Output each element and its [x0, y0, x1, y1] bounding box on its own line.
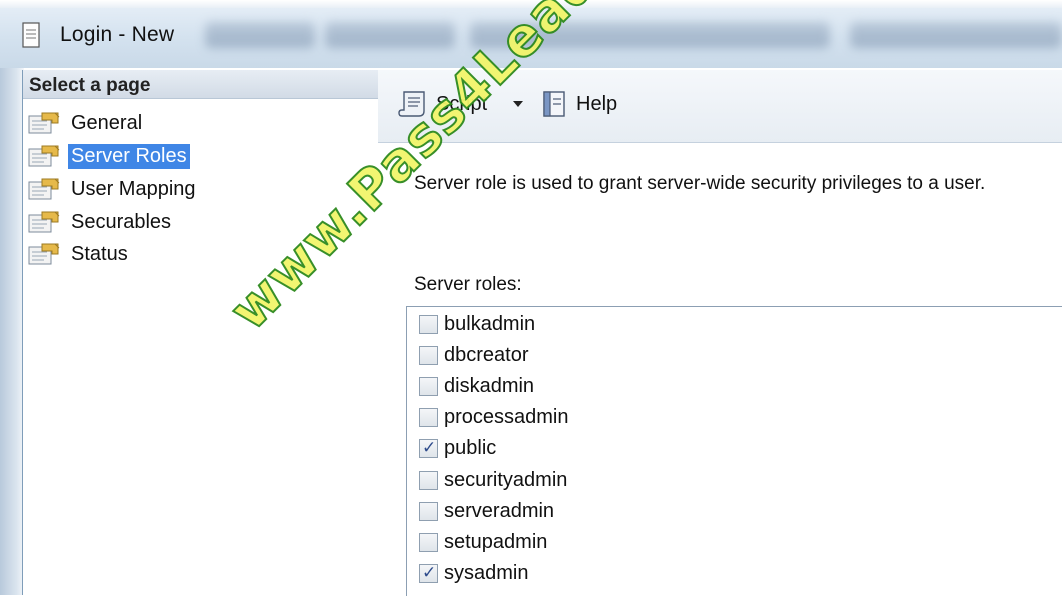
- select-page-title: Select a page: [29, 75, 151, 96]
- role-row-sysadmin[interactable]: ✓ sysadmin: [419, 559, 528, 589]
- role-name: bulkadmin: [444, 312, 536, 335]
- description-text: Server role is used to grant server-wide…: [414, 173, 986, 194]
- role-row-setupadmin[interactable]: setupadmin: [419, 527, 547, 557]
- page-item-server-roles[interactable]: Server Roles: [28, 141, 190, 171]
- checkmark-icon: ✓: [422, 563, 437, 584]
- page-item-user-mapping[interactable]: User Mapping: [28, 174, 199, 204]
- role-checkbox[interactable]: [419, 345, 438, 365]
- page-item-label: Securables: [71, 210, 172, 233]
- page-item-label: Status: [71, 242, 128, 265]
- page-item-status[interactable]: Status: [28, 239, 131, 269]
- role-row-diskadmin[interactable]: diskadmin: [419, 371, 534, 401]
- role-row-securityadmin[interactable]: securityadmin: [419, 465, 567, 495]
- window-frame-left: [0, 68, 24, 595]
- page-item-securables[interactable]: Securables: [28, 207, 174, 237]
- help-button[interactable]: Help: [540, 88, 617, 120]
- role-checkbox[interactable]: ✓: [419, 438, 438, 459]
- role-checkbox[interactable]: [419, 376, 438, 396]
- role-name: setupadmin: [444, 530, 548, 553]
- server-roles-list[interactable]: bulkadmin dbcreator diskadmin processadmin ✓…: [406, 306, 1062, 596]
- page-icon: [28, 112, 60, 134]
- role-name: processadmin: [444, 406, 569, 429]
- role-name: securityadmin: [444, 468, 568, 491]
- chevron-down-icon[interactable]: [513, 101, 523, 107]
- page-icon: [28, 178, 60, 200]
- page-item-label: General: [71, 111, 143, 134]
- role-checkbox[interactable]: [419, 408, 438, 428]
- page-icon: [28, 243, 60, 265]
- role-checkbox[interactable]: [419, 501, 438, 521]
- page-item-general[interactable]: General: [28, 108, 145, 138]
- role-name: diskadmin: [444, 374, 535, 397]
- select-page-header: Select a page: [23, 70, 378, 99]
- role-row-processadmin[interactable]: processadmin: [419, 403, 569, 433]
- checkmark-icon: ✓: [422, 438, 437, 459]
- role-row-public[interactable]: ✓ public: [419, 434, 496, 464]
- blurred-tab: [205, 22, 315, 48]
- role-name: dbcreator: [444, 343, 529, 366]
- document-icon: [22, 22, 40, 48]
- content-pane: Server role is used to grant server-wide…: [378, 143, 1062, 596]
- window-title: Login - New: [60, 23, 175, 46]
- role-row-serveradmin[interactable]: serveradmin: [419, 496, 554, 526]
- role-checkbox[interactable]: [419, 470, 438, 490]
- page-item-label: User Mapping: [71, 177, 196, 200]
- help-book-icon: [543, 91, 565, 117]
- role-checkbox[interactable]: ✓: [419, 563, 438, 584]
- blurred-tab: [325, 22, 455, 48]
- role-checkbox[interactable]: [419, 314, 438, 334]
- role-name: public: [444, 437, 497, 460]
- role-name: serveradmin: [444, 499, 555, 522]
- page-icon: [28, 145, 60, 167]
- blurred-tab: [850, 22, 1062, 48]
- role-row-bulkadmin[interactable]: bulkadmin: [419, 309, 535, 339]
- role-checkbox[interactable]: [419, 532, 438, 552]
- page-item-label: Server Roles: [68, 143, 190, 169]
- page-icon: [28, 211, 60, 233]
- server-roles-label: Server roles:: [414, 274, 522, 295]
- role-name: sysadmin: [444, 562, 529, 585]
- help-label: Help: [576, 92, 618, 115]
- role-row-dbcreator[interactable]: dbcreator: [419, 340, 529, 370]
